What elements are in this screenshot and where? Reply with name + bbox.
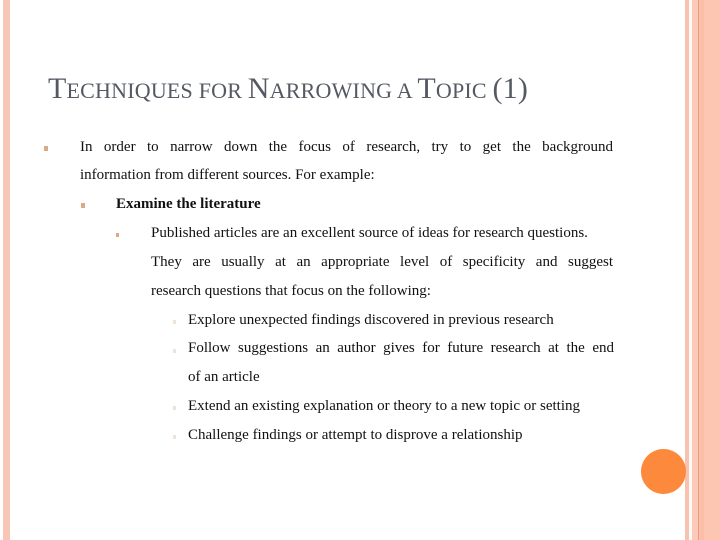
right-border-frame: [685, 0, 720, 540]
list-item: Explore unexpected findings discovered i…: [188, 312, 554, 328]
list-item: Follow suggestions an author gives for f…: [188, 340, 614, 356]
bullet-icon: [116, 233, 119, 237]
title-cap: T: [48, 72, 67, 105]
decorative-orange-circle: [641, 449, 686, 494]
left-border-stripe: [3, 0, 10, 540]
body-text-level3-line3: research questions that focus on the fol…: [151, 283, 431, 299]
bullet-icon: [44, 146, 48, 151]
title-text: ARROWING A: [269, 78, 418, 103]
title-number: (1): [492, 72, 529, 105]
slide-title: TECHNIQUES FOR NARROWING A TOPIC (1): [48, 72, 528, 106]
title-text: ECHNIQUES FOR: [66, 78, 248, 103]
body-text-level3-line1: Published articles are an excellent sour…: [151, 225, 588, 241]
list-item: Challenge findings or attempt to disprov…: [188, 427, 523, 443]
title-cap: N: [247, 72, 270, 105]
body-text-level1-line1: In order to narrow down the focus of res…: [80, 139, 613, 155]
bullet-icon: [173, 349, 176, 353]
bullet-icon: [81, 203, 85, 208]
bullet-icon: [173, 320, 176, 324]
bullet-icon: [173, 435, 176, 439]
title-cap: T: [417, 72, 436, 105]
frame-stripe: [698, 0, 699, 540]
list-item: Extend an existing explanation or theory…: [188, 398, 580, 414]
list-item-continuation: of an article: [188, 369, 260, 385]
bullet-icon: [173, 406, 176, 410]
frame-stripe: [700, 0, 704, 540]
title-text: OPIC: [435, 78, 493, 103]
subheading-examine-literature: Examine the literature: [116, 196, 261, 212]
body-text-level3-line2: They are usually at an appropriate level…: [151, 254, 613, 270]
body-text-level1-line2: information from different sources. For …: [80, 167, 375, 183]
